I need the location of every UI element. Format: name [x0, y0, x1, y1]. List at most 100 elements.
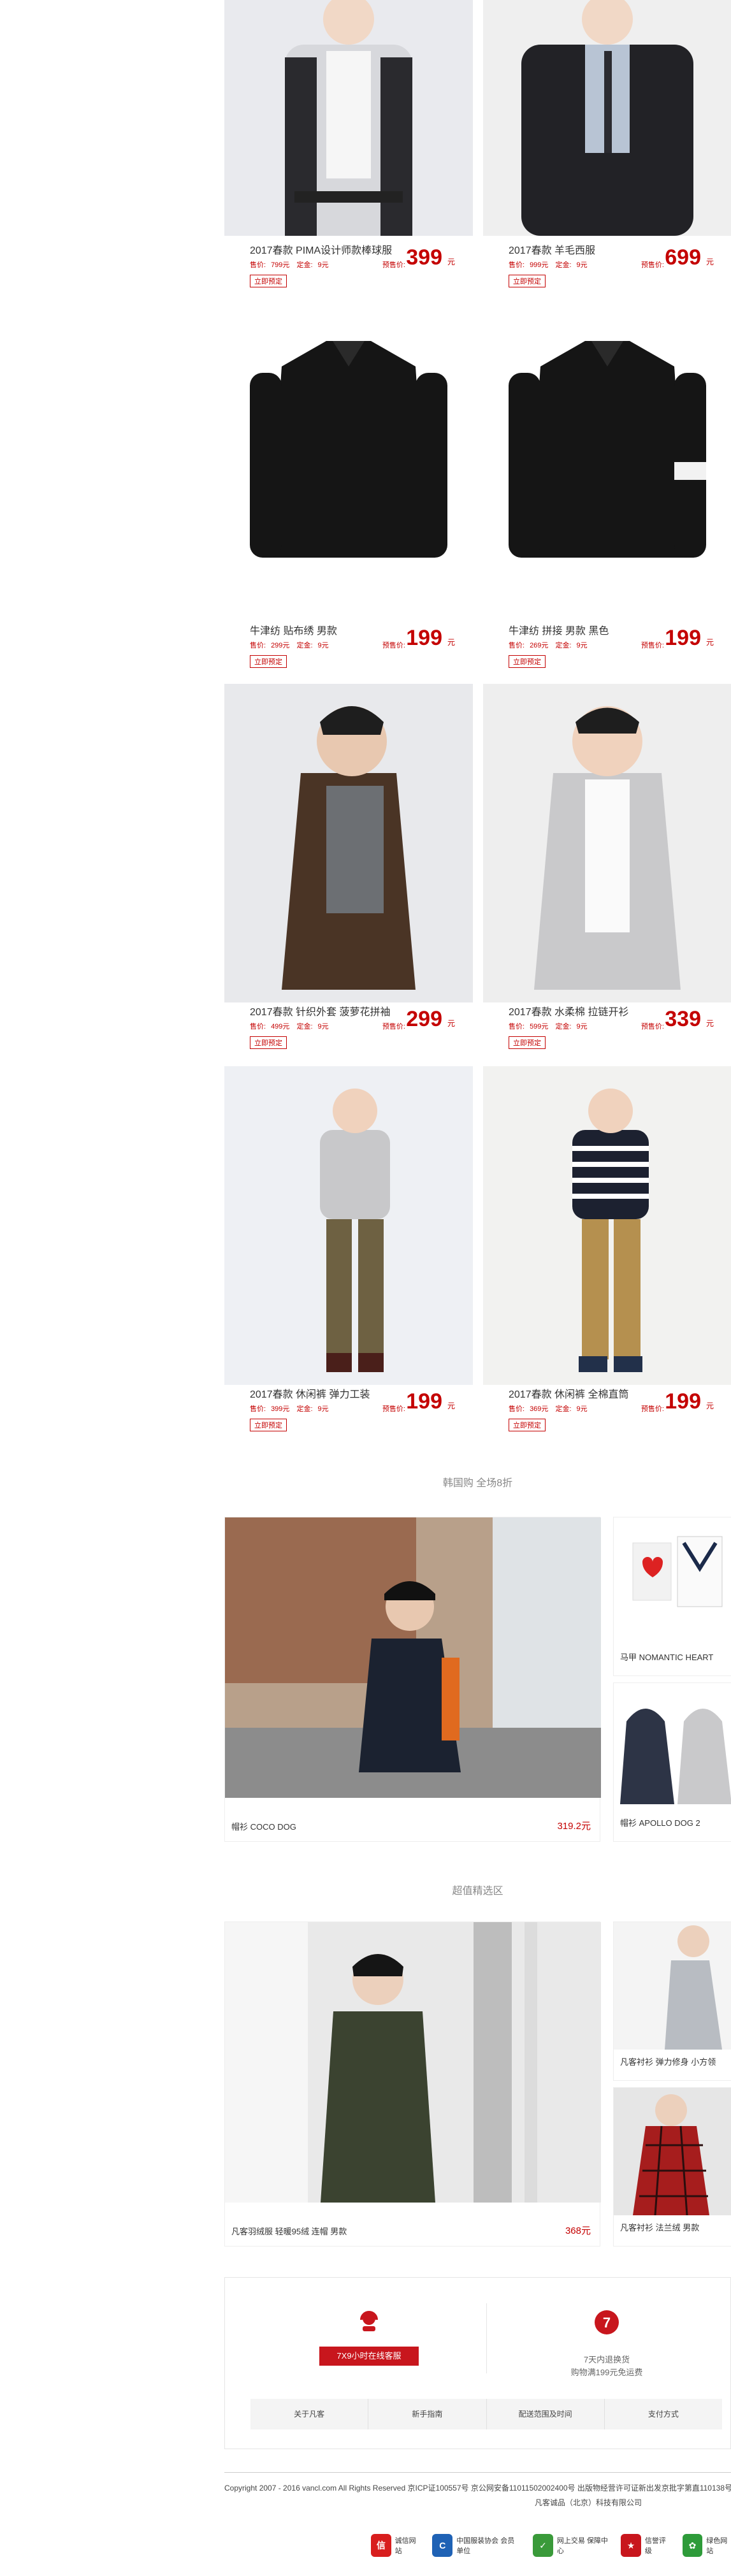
product-photo[interactable]: [224, 0, 473, 236]
deposit-label: 定金:: [296, 1023, 313, 1031]
deposit-label: 定金:: [555, 642, 572, 649]
deposit-price: 9元: [576, 1023, 588, 1031]
korea-featured-card[interactable]: 帽衫 COCO DOG 319.2元: [224, 1517, 601, 1842]
return-policy-title: 7天内退换货: [583, 2355, 630, 2364]
sale-label: 售价:: [509, 1405, 525, 1413]
side-name[interactable]: 凡客衬衫 法兰绒 男款: [620, 2221, 699, 2233]
link-delivery[interactable]: 配送范围及时间: [487, 2399, 605, 2429]
product-card[interactable]: 2017春款 PIMA设计师款棒球服 售价: 799元 定金: 9元 预售价: 39…: [224, 0, 473, 300]
product-card[interactable]: 2017春款 休闲裤 全棉直筒 售价: 369元 定金: 9元 预售价: 199 元 …: [483, 1066, 731, 1442]
badge-trade-protection[interactable]: ✓ 网上交易 保障中心: [533, 2531, 608, 2559]
value-side-photo: [614, 1922, 731, 2050]
side-name[interactable]: 凡客衬衫 弹力修身 小方领: [620, 2055, 716, 2067]
link-guide[interactable]: 新手指南: [368, 2399, 487, 2429]
footer-divider: [224, 2472, 731, 2473]
sale-label: 售价:: [250, 1023, 266, 1031]
product-photo[interactable]: [483, 1066, 731, 1385]
page-content: 2017春款 PIMA设计师款棒球服 售价: 799元 定金: 9元 预售价: 39…: [224, 0, 731, 2576]
presale-label: 预售价:: [641, 1023, 664, 1031]
product-card[interactable]: 牛津纺 拼接 男款 黑色 售价: 269元 定金: 9元 预售价: 199 元 立即预…: [483, 303, 731, 679]
sale-label: 售价:: [509, 1023, 525, 1031]
korea-side-photo: [614, 1683, 731, 1811]
presale-label: 预售价:: [382, 642, 405, 649]
product-photo[interactable]: [224, 684, 473, 1002]
badge-label: 信誉评级: [644, 2537, 666, 2555]
deposit-label: 定金:: [555, 1405, 572, 1413]
online-service-button[interactable]: 7X9小时在线客服: [319, 2347, 419, 2366]
reserve-button[interactable]: 立即预定: [509, 655, 546, 668]
currency-unit: 元: [447, 1401, 455, 1410]
presale-label: 预售价:: [382, 1023, 405, 1031]
copyright-text: Copyright 2007 - 2016 vancl.com All Righ…: [224, 2484, 731, 2493]
badge-trusted-site[interactable]: 信诚信网站: [371, 2531, 419, 2559]
presale-price: 339: [665, 1007, 701, 1031]
link-about[interactable]: 关于凡客: [250, 2399, 369, 2429]
association-icon: C: [432, 2534, 453, 2557]
service-panel: 7X9小时在线客服 7 7天内退换货 购物满199元免运费 关于凡客 新手指南 …: [224, 2277, 731, 2449]
deposit-price: 9元: [317, 261, 329, 269]
reserve-button[interactable]: 立即预定: [509, 1036, 546, 1049]
reserve-button[interactable]: 立即预定: [509, 1419, 546, 1431]
currency-unit: 元: [706, 1401, 714, 1410]
company-name: 凡客诚品（北京）科技有限公司: [534, 2498, 642, 2507]
value-side-card[interactable]: 凡客衬衫 弹力修身 小方领: [613, 1921, 731, 2081]
presale-label: 预售价:: [641, 642, 664, 649]
korea-side-card[interactable]: 马甲 NOMANTIC HEART: [613, 1517, 731, 1676]
presale-price: 199: [406, 626, 442, 650]
free-shipping-note: 购物满199元免运费: [570, 2368, 643, 2377]
side-name[interactable]: 帽衫 APOLLO DOG 2: [620, 1816, 700, 1828]
product-photo[interactable]: [224, 303, 473, 621]
reserve-button[interactable]: 立即预定: [250, 275, 287, 287]
link-payment[interactable]: 支付方式: [605, 2399, 722, 2429]
product-photo[interactable]: [483, 0, 731, 236]
currency-unit: 元: [447, 257, 455, 266]
section-title-korea: 韩国购 全场8折: [442, 1478, 513, 1489]
sale-price: 599元: [530, 1023, 549, 1031]
deposit-price: 9元: [576, 1405, 588, 1413]
deposit-price: 9元: [317, 1023, 329, 1031]
badge-green-site[interactable]: ✿ 绿色网站: [682, 2531, 731, 2559]
deposit-price: 9元: [576, 261, 588, 269]
reserve-button[interactable]: 立即预定: [250, 1419, 287, 1431]
product-card[interactable]: 牛津纺 贴布绣 男款 售价: 299元 定金: 9元 预售价: 199 元 立即预定: [224, 303, 473, 679]
deposit-label: 定金:: [296, 642, 313, 649]
featured-price: 319.2元: [557, 1821, 591, 1832]
korea-side-photo: [614, 1517, 731, 1645]
deposit-label: 定金:: [296, 261, 313, 269]
value-side-card[interactable]: 凡客衬衫 法兰绒 男款: [613, 2087, 731, 2247]
sale-label: 售价:: [250, 1405, 266, 1413]
value-side-photo: [614, 2088, 731, 2216]
sale-label: 售价:: [509, 642, 525, 649]
sale-price: 299元: [271, 642, 290, 649]
badge-apparel-association[interactable]: C 中国服装协会 会员单位: [432, 2531, 520, 2559]
product-card[interactable]: 2017春款 休闲裤 弹力工装 售价: 399元 定金: 9元 预售价: 199 元 …: [224, 1066, 473, 1442]
sale-price: 369元: [530, 1405, 549, 1413]
currency-unit: 元: [706, 638, 714, 647]
side-name[interactable]: 马甲 NOMANTIC HEART: [620, 1651, 713, 1663]
divider: [486, 2303, 487, 2373]
currency-unit: 元: [706, 257, 714, 266]
reserve-button[interactable]: 立即预定: [509, 275, 546, 287]
badge-label: 网上交易 保障中心: [556, 2537, 608, 2555]
featured-name[interactable]: 凡客羽绒服 轻暖95绒 连帽 男款: [231, 2225, 347, 2237]
korea-featured-photo: [225, 1517, 601, 1798]
shield-icon: ✓: [533, 2534, 553, 2557]
presale-label: 预售价:: [641, 1405, 664, 1413]
badge-credit-rating[interactable]: ★ 信誉评级: [621, 2531, 669, 2559]
korea-side-card[interactable]: 帽衫 APOLLO DOG 2: [613, 1682, 731, 1842]
value-featured-card[interactable]: 凡客羽绒服 轻暖95绒 连帽 男款 368元: [224, 1921, 601, 2247]
sale-price: 999元: [530, 261, 549, 269]
product-card[interactable]: 2017春款 羊毛西服 售价: 999元 定金: 9元 预售价: 699 元 立即预定: [483, 0, 731, 300]
product-card[interactable]: 2017春款 水柔棉 拉链开衫 售价: 599元 定金: 9元 预售价: 339 元 …: [483, 684, 731, 1060]
sale-label: 售价:: [509, 261, 525, 269]
featured-name[interactable]: 帽衫 COCO DOG: [231, 1820, 296, 1832]
product-photo[interactable]: [483, 684, 731, 1002]
presale-price: 199: [665, 1389, 701, 1414]
deposit-price: 9元: [317, 642, 329, 649]
product-photo[interactable]: [483, 303, 731, 621]
product-photo[interactable]: [224, 1066, 473, 1385]
reserve-button[interactable]: 立即预定: [250, 655, 287, 668]
product-card[interactable]: 2017春款 针织外套 菠萝花拼袖 售价: 499元 定金: 9元 预售价: 299…: [224, 684, 473, 1060]
sale-price: 399元: [271, 1405, 290, 1413]
reserve-button[interactable]: 立即预定: [250, 1036, 287, 1049]
